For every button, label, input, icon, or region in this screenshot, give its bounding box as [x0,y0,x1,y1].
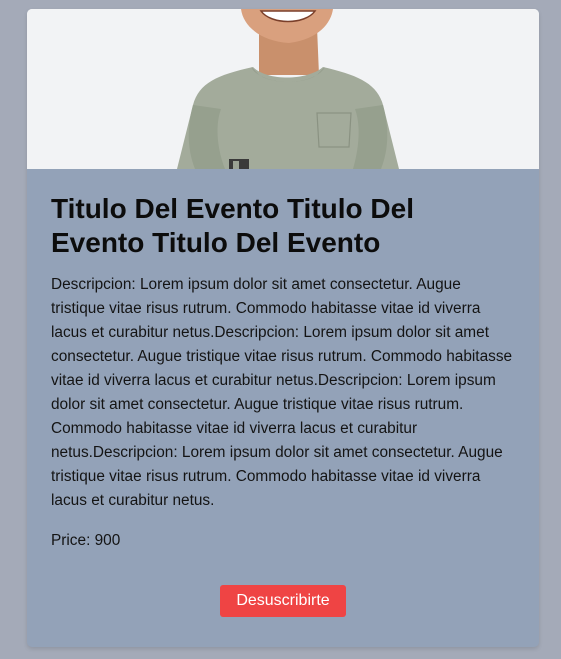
event-card: Titulo Del Evento Titulo Del Evento Titu… [27,9,539,647]
card-content: Titulo Del Evento Titulo Del Evento Titu… [51,192,513,553]
price-label: Price: [51,532,91,549]
unsubscribe-button[interactable]: Desuscribirte [220,585,346,617]
person-image [27,9,539,169]
event-title: Titulo Del Evento Titulo Del Evento Titu… [51,193,414,258]
price-value: 900 [94,532,121,549]
event-description: Descripcion: Lorem ipsum dolor sit amet … [51,276,513,509]
event-photo [27,9,539,169]
event-price: Price: 900 [51,529,513,553]
